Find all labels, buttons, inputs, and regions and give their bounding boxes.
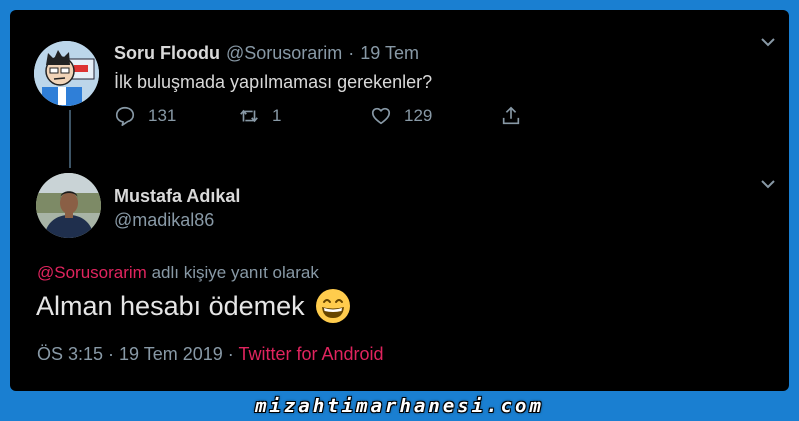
tweet1-author-name[interactable]: Soru Floodu bbox=[114, 43, 220, 63]
tweet2-text: Alman hesabı ödemek bbox=[36, 290, 305, 321]
meta-separator: · bbox=[222, 344, 239, 364]
tweet1-actions: 131 1 129 bbox=[114, 105, 534, 131]
chevron-down-icon[interactable] bbox=[760, 34, 776, 50]
tweet2-timestamp[interactable]: ÖS 3:15 · 19 Tem 2019 bbox=[37, 344, 223, 364]
tweet2-author-handle[interactable]: @madikal86 bbox=[114, 210, 214, 231]
frame-background: Soru Floodu @Sorusorarim · 19 Tem İlk buluş… bbox=[0, 0, 799, 421]
tweet1-date[interactable]: 19 Tem bbox=[360, 43, 419, 63]
chevron-down-icon[interactable] bbox=[760, 176, 776, 192]
cartoon-avatar-icon bbox=[34, 41, 99, 106]
reply-count: 131 bbox=[148, 106, 177, 125]
like-button[interactable]: 129 bbox=[370, 105, 432, 127]
retweet-button[interactable]: 1 bbox=[238, 105, 281, 127]
tweet1-header: Soru Floodu @Sorusorarim · 19 Tem bbox=[114, 43, 419, 64]
tweet2-author-name[interactable]: Mustafa Adıkal bbox=[114, 186, 240, 207]
retweet-icon bbox=[240, 109, 258, 123]
reply-icon bbox=[115, 106, 135, 126]
replying-to-line: @Sorusorarim adlı kişiye yanıt olarak bbox=[37, 263, 319, 283]
retweet-count: 1 bbox=[272, 106, 282, 125]
grinning-face-icon bbox=[315, 289, 350, 323]
share-button[interactable] bbox=[500, 105, 522, 127]
reply-suffix-text: adlı kişiye yanıt olarak bbox=[151, 263, 319, 282]
tweet1-author-handle[interactable]: @Sorusorarim bbox=[226, 43, 342, 63]
thread-connector-line bbox=[69, 110, 71, 168]
reply-button[interactable]: 131 bbox=[114, 105, 176, 127]
avatar-mustafa-adikal[interactable] bbox=[36, 173, 101, 238]
share-icon bbox=[502, 106, 520, 125]
tweet1-text: İlk buluşmada yapılmaması gerekenler? bbox=[114, 72, 433, 92]
tweet-source-link[interactable]: Twitter for Android bbox=[238, 344, 383, 364]
tweet-card: Soru Floodu @Sorusorarim · 19 Tem İlk buluş… bbox=[10, 10, 789, 391]
tweet2-meta: ÖS 3:15 · 19 Tem 2019 · Twitter for Andr… bbox=[37, 344, 384, 365]
like-icon bbox=[371, 107, 391, 125]
tweet1-separator: · bbox=[348, 43, 355, 63]
reply-mention-link[interactable]: @Sorusorarim bbox=[37, 263, 147, 282]
watermark-text: mizahtimarhanesi.com bbox=[255, 395, 544, 417]
avatar-soru-floodu[interactable] bbox=[34, 41, 99, 106]
like-count: 129 bbox=[404, 106, 433, 125]
tweet2-body: Alman hesabı ödemek bbox=[36, 288, 351, 324]
profile-photo-icon bbox=[36, 173, 101, 238]
